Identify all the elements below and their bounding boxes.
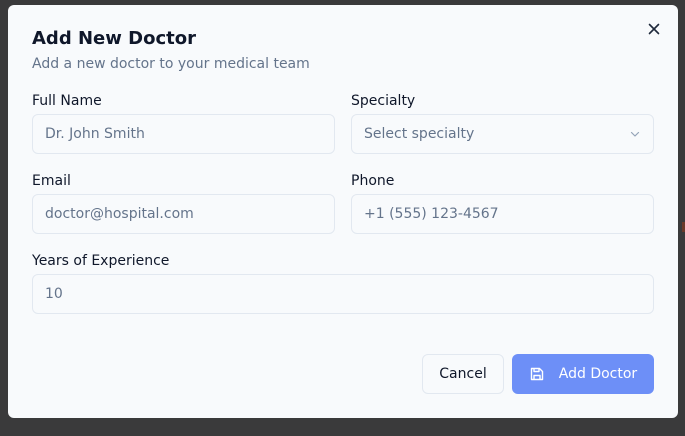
specialty-label: Specialty [351,93,416,109]
save-icon [530,367,543,381]
specialty-select[interactable]: Select specialty [351,114,654,154]
add-doctor-dialog: Add New Doctor Add a new doctor to your … [8,5,678,418]
experience-label: Years of Experience [32,253,170,269]
add-doctor-button-label: Add Doctor [558,366,638,382]
close-icon [648,23,660,35]
dialog-title: Add New Doctor [32,28,196,49]
email-label: Email [32,173,71,189]
cancel-button[interactable]: Cancel [422,354,504,394]
close-button[interactable] [646,21,662,37]
full-name-label: Full Name [32,93,102,109]
full-name-input[interactable] [32,114,335,154]
experience-input[interactable] [32,274,654,314]
phone-label: Phone [351,173,395,189]
email-input[interactable] [32,194,335,234]
add-doctor-button[interactable]: Add Doctor [512,354,654,394]
dialog-subtitle: Add a new doctor to your medical team [32,56,310,72]
specialty-select-value: Select specialty [364,126,475,142]
phone-input[interactable] [351,194,654,234]
chevron-down-icon [630,131,640,137]
cancel-button-label: Cancel [439,366,487,382]
